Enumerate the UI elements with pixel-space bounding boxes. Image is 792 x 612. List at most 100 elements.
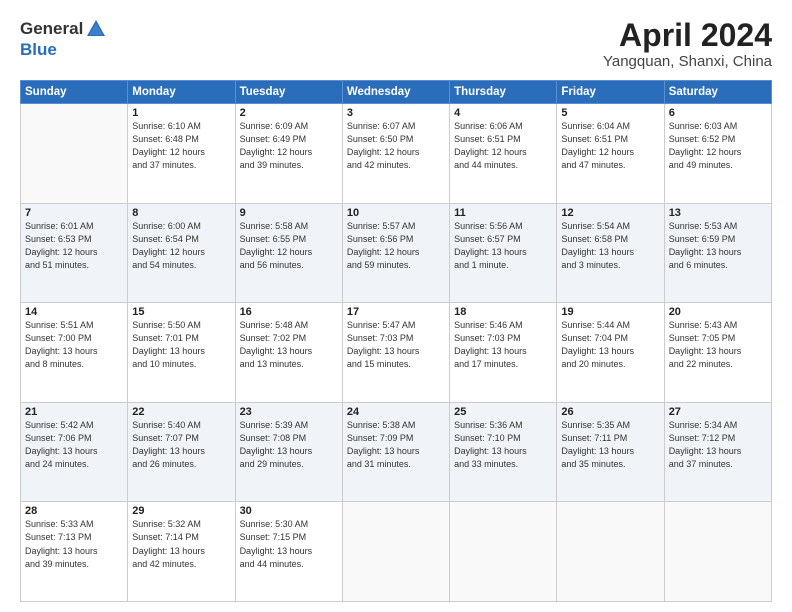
- calendar-cell-w4-d5: 26Sunrise: 5:35 AM Sunset: 7:11 PM Dayli…: [557, 402, 664, 502]
- calendar-cell-w5-d5: [557, 502, 664, 602]
- header-friday: Friday: [557, 81, 664, 104]
- calendar-cell-w1-d2: 2Sunrise: 6:09 AM Sunset: 6:49 PM Daylig…: [235, 104, 342, 204]
- day-info: Sunrise: 5:57 AM Sunset: 6:56 PM Dayligh…: [347, 220, 445, 272]
- calendar-cell-w1-d4: 4Sunrise: 6:06 AM Sunset: 6:51 PM Daylig…: [450, 104, 557, 204]
- weekday-header-row: Sunday Monday Tuesday Wednesday Thursday…: [21, 81, 772, 104]
- day-info: Sunrise: 5:33 AM Sunset: 7:13 PM Dayligh…: [25, 518, 123, 570]
- day-info: Sunrise: 6:01 AM Sunset: 6:53 PM Dayligh…: [25, 220, 123, 272]
- title-block: April 2024 Yangquan, Shanxi, China: [603, 18, 772, 70]
- header-thursday: Thursday: [450, 81, 557, 104]
- day-number: 29: [132, 505, 230, 517]
- calendar-cell-w3-d5: 19Sunrise: 5:44 AM Sunset: 7:04 PM Dayli…: [557, 303, 664, 403]
- day-info: Sunrise: 6:00 AM Sunset: 6:54 PM Dayligh…: [132, 220, 230, 272]
- day-info: Sunrise: 5:54 AM Sunset: 6:58 PM Dayligh…: [561, 220, 659, 272]
- week-row-4: 21Sunrise: 5:42 AM Sunset: 7:06 PM Dayli…: [21, 402, 772, 502]
- day-number: 13: [669, 207, 767, 219]
- day-number: 15: [132, 306, 230, 318]
- logo-blue-text: Blue: [20, 40, 57, 60]
- calendar-cell-w3-d6: 20Sunrise: 5:43 AM Sunset: 7:05 PM Dayli…: [664, 303, 771, 403]
- day-info: Sunrise: 5:39 AM Sunset: 7:08 PM Dayligh…: [240, 419, 338, 471]
- day-number: 17: [347, 306, 445, 318]
- week-row-3: 14Sunrise: 5:51 AM Sunset: 7:00 PM Dayli…: [21, 303, 772, 403]
- day-info: Sunrise: 5:30 AM Sunset: 7:15 PM Dayligh…: [240, 518, 338, 570]
- calendar-cell-w1-d6: 6Sunrise: 6:03 AM Sunset: 6:52 PM Daylig…: [664, 104, 771, 204]
- day-number: 14: [25, 306, 123, 318]
- day-number: 1: [132, 107, 230, 119]
- day-info: Sunrise: 5:35 AM Sunset: 7:11 PM Dayligh…: [561, 419, 659, 471]
- calendar-cell-w4-d4: 25Sunrise: 5:36 AM Sunset: 7:10 PM Dayli…: [450, 402, 557, 502]
- page: General Blue April 2024 Yangquan, Shanxi…: [0, 0, 792, 612]
- day-number: 19: [561, 306, 659, 318]
- day-info: Sunrise: 5:40 AM Sunset: 7:07 PM Dayligh…: [132, 419, 230, 471]
- day-info: Sunrise: 5:47 AM Sunset: 7:03 PM Dayligh…: [347, 319, 445, 371]
- day-number: 25: [454, 406, 552, 418]
- day-number: 9: [240, 207, 338, 219]
- day-number: 4: [454, 107, 552, 119]
- day-info: Sunrise: 5:48 AM Sunset: 7:02 PM Dayligh…: [240, 319, 338, 371]
- calendar-cell-w2-d3: 10Sunrise: 5:57 AM Sunset: 6:56 PM Dayli…: [342, 203, 449, 303]
- calendar-cell-w3-d2: 16Sunrise: 5:48 AM Sunset: 7:02 PM Dayli…: [235, 303, 342, 403]
- day-info: Sunrise: 5:51 AM Sunset: 7:00 PM Dayligh…: [25, 319, 123, 371]
- calendar-cell-w1-d1: 1Sunrise: 6:10 AM Sunset: 6:48 PM Daylig…: [128, 104, 235, 204]
- week-row-1: 1Sunrise: 6:10 AM Sunset: 6:48 PM Daylig…: [21, 104, 772, 204]
- calendar-cell-w2-d0: 7Sunrise: 6:01 AM Sunset: 6:53 PM Daylig…: [21, 203, 128, 303]
- calendar-cell-w3-d0: 14Sunrise: 5:51 AM Sunset: 7:00 PM Dayli…: [21, 303, 128, 403]
- header-tuesday: Tuesday: [235, 81, 342, 104]
- calendar-cell-w5-d4: [450, 502, 557, 602]
- day-number: 26: [561, 406, 659, 418]
- day-number: 6: [669, 107, 767, 119]
- day-number: 8: [132, 207, 230, 219]
- day-info: Sunrise: 5:50 AM Sunset: 7:01 PM Dayligh…: [132, 319, 230, 371]
- header-monday: Monday: [128, 81, 235, 104]
- logo: General Blue: [20, 18, 107, 60]
- calendar-cell-w1-d3: 3Sunrise: 6:07 AM Sunset: 6:50 PM Daylig…: [342, 104, 449, 204]
- day-number: 22: [132, 406, 230, 418]
- day-info: Sunrise: 5:56 AM Sunset: 6:57 PM Dayligh…: [454, 220, 552, 272]
- header-sunday: Sunday: [21, 81, 128, 104]
- day-info: Sunrise: 5:38 AM Sunset: 7:09 PM Dayligh…: [347, 419, 445, 471]
- day-number: 21: [25, 406, 123, 418]
- calendar-cell-w5-d2: 30Sunrise: 5:30 AM Sunset: 7:15 PM Dayli…: [235, 502, 342, 602]
- calendar-cell-w4-d2: 23Sunrise: 5:39 AM Sunset: 7:08 PM Dayli…: [235, 402, 342, 502]
- calendar-cell-w2-d4: 11Sunrise: 5:56 AM Sunset: 6:57 PM Dayli…: [450, 203, 557, 303]
- week-row-5: 28Sunrise: 5:33 AM Sunset: 7:13 PM Dayli…: [21, 502, 772, 602]
- header-wednesday: Wednesday: [342, 81, 449, 104]
- calendar-cell-w5-d6: [664, 502, 771, 602]
- day-number: 3: [347, 107, 445, 119]
- day-number: 30: [240, 505, 338, 517]
- day-info: Sunrise: 5:43 AM Sunset: 7:05 PM Dayligh…: [669, 319, 767, 371]
- day-info: Sunrise: 6:06 AM Sunset: 6:51 PM Dayligh…: [454, 120, 552, 172]
- calendar-cell-w2-d5: 12Sunrise: 5:54 AM Sunset: 6:58 PM Dayli…: [557, 203, 664, 303]
- day-info: Sunrise: 6:10 AM Sunset: 6:48 PM Dayligh…: [132, 120, 230, 172]
- month-title: April 2024: [603, 18, 772, 53]
- calendar-cell-w4-d1: 22Sunrise: 5:40 AM Sunset: 7:07 PM Dayli…: [128, 402, 235, 502]
- day-number: 7: [25, 207, 123, 219]
- day-number: 23: [240, 406, 338, 418]
- day-info: Sunrise: 6:09 AM Sunset: 6:49 PM Dayligh…: [240, 120, 338, 172]
- day-number: 11: [454, 207, 552, 219]
- day-number: 10: [347, 207, 445, 219]
- day-info: Sunrise: 6:03 AM Sunset: 6:52 PM Dayligh…: [669, 120, 767, 172]
- calendar-cell-w2-d2: 9Sunrise: 5:58 AM Sunset: 6:55 PM Daylig…: [235, 203, 342, 303]
- day-info: Sunrise: 6:07 AM Sunset: 6:50 PM Dayligh…: [347, 120, 445, 172]
- day-number: 2: [240, 107, 338, 119]
- calendar-cell-w4-d0: 21Sunrise: 5:42 AM Sunset: 7:06 PM Dayli…: [21, 402, 128, 502]
- day-number: 12: [561, 207, 659, 219]
- calendar-cell-w1-d5: 5Sunrise: 6:04 AM Sunset: 6:51 PM Daylig…: [557, 104, 664, 204]
- calendar-table: Sunday Monday Tuesday Wednesday Thursday…: [20, 80, 772, 602]
- day-info: Sunrise: 5:44 AM Sunset: 7:04 PM Dayligh…: [561, 319, 659, 371]
- day-info: Sunrise: 5:46 AM Sunset: 7:03 PM Dayligh…: [454, 319, 552, 371]
- day-info: Sunrise: 5:58 AM Sunset: 6:55 PM Dayligh…: [240, 220, 338, 272]
- calendar-cell-w5-d1: 29Sunrise: 5:32 AM Sunset: 7:14 PM Dayli…: [128, 502, 235, 602]
- logo-icon: [85, 18, 107, 40]
- header: General Blue April 2024 Yangquan, Shanxi…: [20, 18, 772, 70]
- day-number: 28: [25, 505, 123, 517]
- week-row-2: 7Sunrise: 6:01 AM Sunset: 6:53 PM Daylig…: [21, 203, 772, 303]
- day-info: Sunrise: 5:42 AM Sunset: 7:06 PM Dayligh…: [25, 419, 123, 471]
- logo-general-text: General: [20, 19, 83, 39]
- day-info: Sunrise: 6:04 AM Sunset: 6:51 PM Dayligh…: [561, 120, 659, 172]
- day-number: 5: [561, 107, 659, 119]
- day-info: Sunrise: 5:36 AM Sunset: 7:10 PM Dayligh…: [454, 419, 552, 471]
- day-number: 16: [240, 306, 338, 318]
- header-saturday: Saturday: [664, 81, 771, 104]
